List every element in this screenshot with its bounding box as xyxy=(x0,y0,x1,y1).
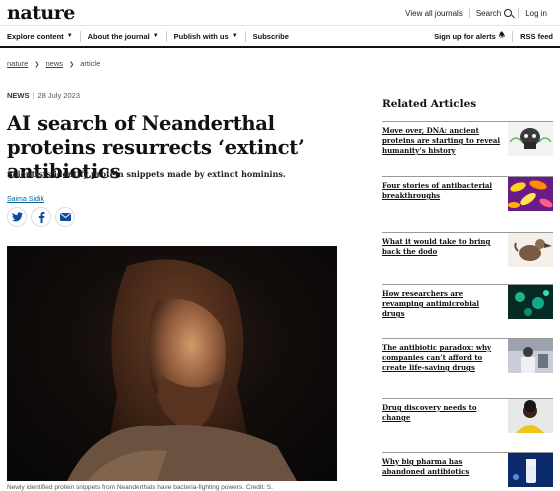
neanderthal-figure-illustration xyxy=(67,259,297,481)
related-article-item[interactable]: The antibiotic paradox: why companies ca… xyxy=(382,338,553,378)
article-type: NEWS xyxy=(7,91,30,100)
related-article-item[interactable]: Move over, DNA: ancient proteins are sta… xyxy=(382,121,553,161)
nav-label: About the journal xyxy=(87,31,150,41)
nav-about-journal[interactable]: About the journal ▼ xyxy=(81,26,166,46)
main-nav: Explore content ▼ About the journal ▼ Publ… xyxy=(0,25,560,48)
breadcrumb-article: article xyxy=(80,59,101,68)
nav-right: Sign up for alerts 🕭 RSS feed xyxy=(427,26,560,46)
twitter-icon xyxy=(11,212,23,222)
chevron-down-icon: ▼ xyxy=(231,33,238,39)
related-article-link[interactable]: What it would take to bring back the dod… xyxy=(382,237,504,257)
lab-worker-thumbnail xyxy=(508,339,553,373)
skull-thumbnail xyxy=(508,122,553,156)
dodo-thumbnail xyxy=(508,233,553,267)
divider: | xyxy=(32,91,35,100)
search-icon xyxy=(504,9,513,17)
neanderthal-hero-image xyxy=(7,246,337,481)
breadcrumb-nature[interactable]: nature xyxy=(7,59,28,68)
bell-icon: 🕭 xyxy=(498,31,506,39)
search-label: Search xyxy=(475,8,502,18)
nav-label: Sign up for alerts xyxy=(434,31,496,41)
chevron-down-icon: ▼ xyxy=(66,33,73,39)
related-article-link[interactable]: Why big pharma has abandoned antibiotics xyxy=(382,457,504,477)
portrait-thumbnail xyxy=(508,399,553,433)
related-article-item[interactable]: Drug discovery needs to change xyxy=(382,398,553,438)
breadcrumb-news[interactable]: news xyxy=(46,59,64,68)
top-links: View all journals Search Log in xyxy=(399,8,553,18)
login-link[interactable]: Log in xyxy=(519,9,553,18)
email-icon xyxy=(59,213,71,221)
related-article-link[interactable]: Four stories of antibacterial breakthrou… xyxy=(382,181,504,201)
related-article-item[interactable]: Four stories of antibacterial breakthrou… xyxy=(382,176,553,216)
image-caption: Newly identified protein snippets from N… xyxy=(7,484,273,491)
related-article-link[interactable]: How researchers are revamping antimicrob… xyxy=(382,289,504,319)
facebook-icon xyxy=(38,211,44,223)
chevron-right-icon: ❯ xyxy=(69,62,75,68)
breadcrumb: nature ❯ news ❯ article xyxy=(7,59,100,68)
related-article-link[interactable]: Drug discovery needs to change xyxy=(382,403,504,423)
related-article-item[interactable]: How researchers are revamping antimicrob… xyxy=(382,284,553,324)
twitter-share-button[interactable] xyxy=(7,207,27,227)
related-article-link[interactable]: The antibiotic paradox: why companies ca… xyxy=(382,343,504,373)
bacteria-thumbnail xyxy=(508,177,553,211)
microscopy-thumbnail xyxy=(508,285,553,319)
related-article-item[interactable]: Why big pharma has abandoned antibiotics xyxy=(382,452,553,488)
nature-logo[interactable]: nature xyxy=(7,2,75,24)
article-meta: NEWS | 28 July 2023 xyxy=(7,91,80,100)
nav-explore-content[interactable]: Explore content ▼ xyxy=(0,26,80,46)
email-share-button[interactable] xyxy=(55,207,75,227)
article-standfirst: Scientists identify protein snippets mad… xyxy=(7,169,286,179)
top-bar: nature View all journals Search Log in xyxy=(0,0,560,25)
article-date: 28 July 2023 xyxy=(37,91,80,100)
chevron-right-icon: ❯ xyxy=(34,62,40,68)
related-article-link[interactable]: Move over, DNA: ancient proteins are sta… xyxy=(382,126,504,156)
nav-label: Publish with us xyxy=(173,31,229,41)
nav-publish-with-us[interactable]: Publish with us ▼ xyxy=(167,26,245,46)
nav-label: Subscribe xyxy=(252,31,289,41)
author-link[interactable]: Saima Sidik xyxy=(7,196,44,203)
view-all-journals-link[interactable]: View all journals xyxy=(399,9,469,18)
nav-subscribe[interactable]: Subscribe xyxy=(246,26,296,46)
pills-thumbnail xyxy=(508,453,553,487)
related-article-item[interactable]: What it would take to bring back the dod… xyxy=(382,232,553,272)
nav-label: Explore content xyxy=(7,31,64,41)
sign-up-alerts-link[interactable]: Sign up for alerts 🕭 xyxy=(427,26,512,46)
facebook-share-button[interactable] xyxy=(31,207,51,227)
related-articles-heading: Related Articles xyxy=(382,98,477,110)
chevron-down-icon: ▼ xyxy=(152,33,159,39)
search-button[interactable]: Search xyxy=(470,9,518,18)
rss-feed-link[interactable]: RSS feed xyxy=(513,26,560,46)
nav-label: RSS feed xyxy=(520,31,553,41)
